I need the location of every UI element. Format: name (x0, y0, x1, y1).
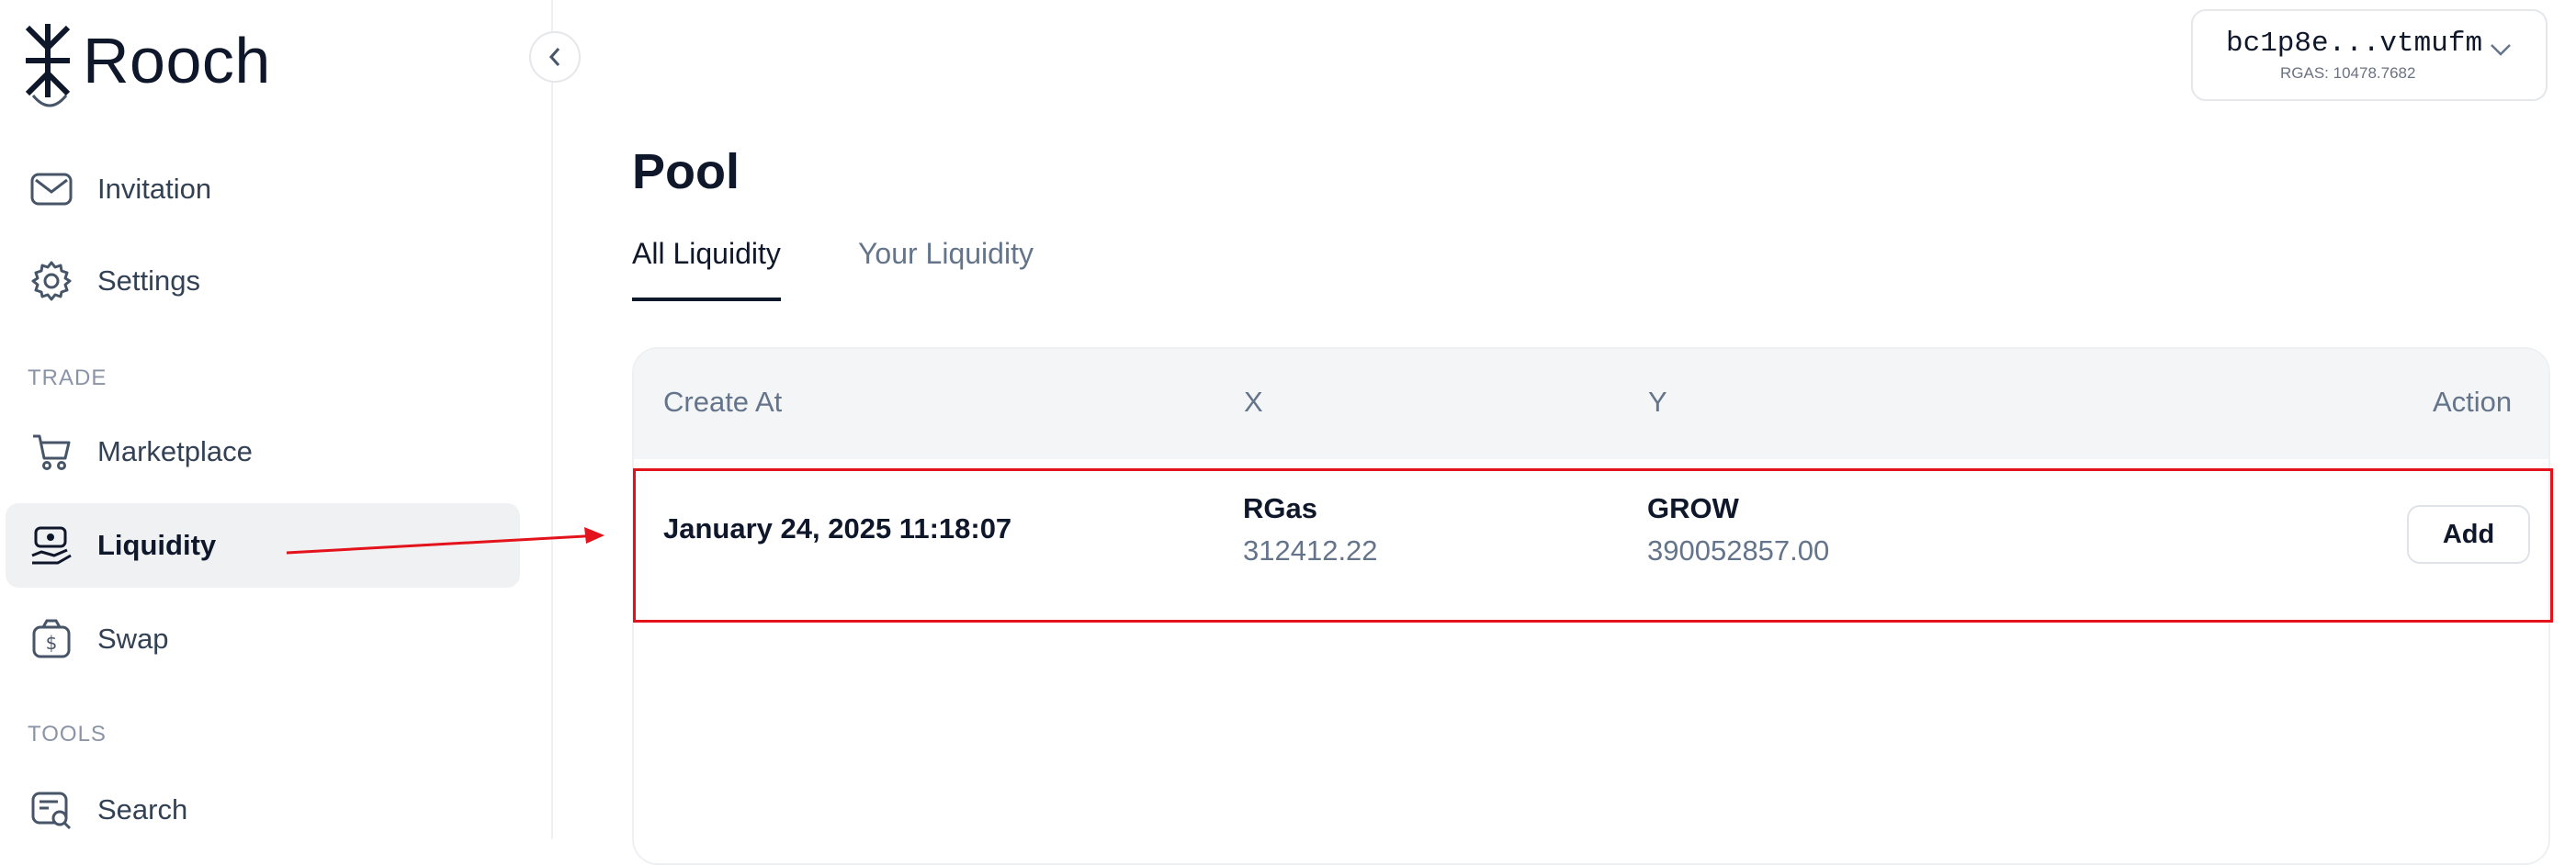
rooch-logo-icon (25, 24, 71, 97)
swap-icon: $ (29, 617, 73, 661)
active-tab-indicator (632, 298, 781, 301)
sidebar-item-label: Swap (97, 623, 169, 655)
sidebar-item-label: Invitation (97, 173, 212, 205)
logo[interactable]: Rooch (24, 22, 271, 99)
chevron-down-icon (2491, 44, 2511, 56)
sidebar-item-label: Search (97, 793, 188, 826)
sidebar-item-label: Marketplace (97, 435, 253, 467)
partial-icon (31, 95, 68, 107)
cart-icon (29, 430, 73, 474)
column-header-create-at: Create At (663, 386, 783, 418)
liquidity-icon (29, 523, 73, 567)
sidebar-item-label: Liquidity (97, 529, 217, 561)
sidebar-item-settings[interactable]: Settings (6, 239, 520, 323)
gear-icon (29, 259, 73, 303)
sidebar-item-invitation[interactable]: Invitation (6, 147, 520, 231)
sidebar-item-marketplace[interactable]: Marketplace (6, 410, 520, 494)
wallet-address: bc1p8e...vtmufm (2226, 28, 2483, 60)
column-header-x: X (1244, 386, 1263, 418)
gas-balance: RGAS: 10478.7682 (2280, 64, 2416, 82)
table-header: Create At X Y Action (634, 349, 2548, 459)
sidebar-item-label: Settings (97, 264, 201, 297)
collapse-sidebar-button[interactable] (529, 31, 581, 83)
logo-text: Rooch (83, 25, 271, 96)
tab-your-liquidity[interactable]: Your Liquidity (858, 237, 1034, 271)
account-dropdown[interactable]: bc1p8e...vtmufm RGAS: 10478.7682 (2191, 9, 2548, 101)
mail-icon (29, 167, 73, 211)
sidebar-item-swap[interactable]: $ Swap (6, 597, 520, 681)
section-label-trade: TRADE (28, 365, 107, 390)
annotation-arrow (286, 527, 604, 555)
sidebar: Rooch Invitation Settings TRADE Marketpl… (0, 0, 553, 839)
sidebar-item-search[interactable]: Search (6, 768, 520, 852)
svg-text:$: $ (46, 632, 58, 654)
tab-all-liquidity[interactable]: All Liquidity (632, 237, 781, 271)
column-header-y: Y (1648, 386, 1667, 418)
section-label-tools: TOOLS (28, 722, 107, 747)
page-title: Pool (632, 144, 740, 199)
column-header-action: Action (2433, 386, 2513, 418)
highlight-annotation-box (633, 468, 2553, 623)
search-icon (29, 788, 73, 832)
chevron-left-icon (548, 48, 560, 66)
